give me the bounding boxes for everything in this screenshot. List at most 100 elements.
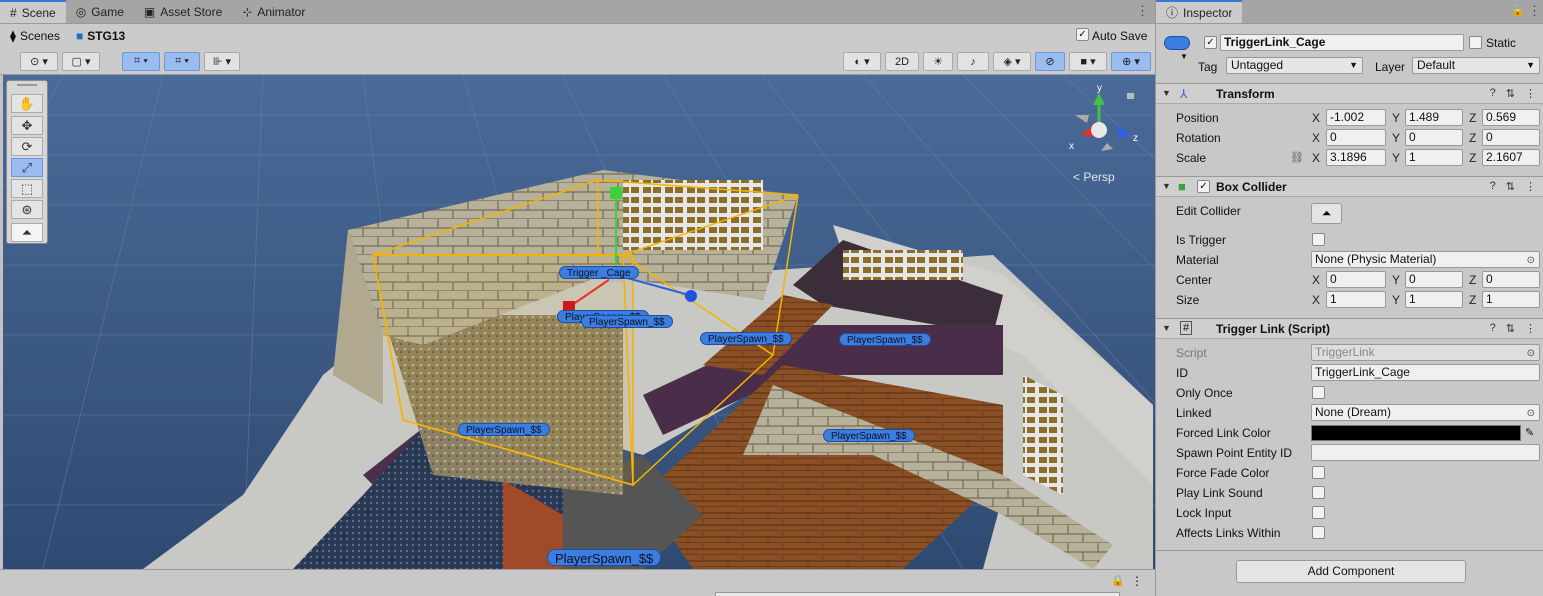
gizmo-x-label: x: [1069, 141, 1074, 152]
position-z-input[interactable]: 0.569: [1482, 109, 1540, 126]
scale-z-input[interactable]: 2.1607: [1482, 149, 1540, 166]
tab-scene[interactable]: # Scene: [0, 0, 66, 23]
lock-icon[interactable]: 🔒: [1111, 574, 1125, 587]
object-icon[interactable]: [1164, 36, 1190, 50]
help-icon[interactable]: ?: [1490, 87, 1496, 100]
box-collider-header[interactable]: ▼ ■ ✓ Box Collider ? ⇅ ⋮: [1156, 176, 1543, 197]
static-checkbox[interactable]: [1469, 36, 1482, 49]
help-icon[interactable]: ?: [1490, 322, 1496, 335]
shading-dropdown[interactable]: ▢ ▾: [62, 52, 100, 71]
transform-tool-icon[interactable]: ⊛: [11, 200, 43, 219]
transform-header[interactable]: ▼ ⅄ Transform ? ⇅ ⋮: [1156, 83, 1543, 104]
position-y-input[interactable]: 1.489: [1405, 109, 1463, 126]
only-once-checkbox[interactable]: [1312, 386, 1325, 399]
object-name-input[interactable]: TriggerLink_Cage: [1220, 34, 1464, 51]
rotation-y-input[interactable]: 0: [1405, 129, 1463, 146]
color-swatch[interactable]: [1311, 425, 1521, 441]
cube-icon: ■: [1178, 179, 1186, 194]
tab-inspector[interactable]: ⓘ Inspector: [1156, 0, 1243, 23]
increment-snap-toggle[interactable]: ⌗ ▾: [164, 52, 200, 71]
chevron-down-icon[interactable]: ▼: [1180, 52, 1188, 61]
camera-dropdown[interactable]: ■ ▾: [1069, 52, 1107, 71]
link-icon[interactable]: ⛓: [1290, 151, 1304, 164]
tag-label: Tag: [1198, 60, 1218, 74]
fold-icon[interactable]: ▼: [1162, 181, 1171, 191]
fold-icon[interactable]: ▼: [1162, 323, 1171, 333]
lock-icon[interactable]: 🔒: [1511, 6, 1525, 17]
scale-tool-icon[interactable]: ⤢: [11, 158, 43, 177]
position-x-input[interactable]: -1.002: [1326, 109, 1386, 126]
more-icon[interactable]: ⋮: [1528, 4, 1541, 17]
tab-animator[interactable]: ⊹ Animator: [232, 1, 315, 23]
center-x-input[interactable]: 0: [1326, 271, 1386, 288]
linked-field[interactable]: None (Dream) ⊙: [1311, 404, 1540, 421]
more-icon[interactable]: ⋮: [1525, 322, 1536, 335]
center-y-input[interactable]: 0: [1405, 271, 1463, 288]
active-checkbox[interactable]: ✓: [1204, 36, 1217, 49]
label-player-spawn: PlayerSpawn_$$: [700, 332, 792, 345]
lock-input-checkbox[interactable]: [1312, 506, 1325, 519]
rotate-tool-icon[interactable]: ⟳: [11, 137, 43, 156]
more-icon[interactable]: ⋮: [1525, 87, 1536, 100]
trigger-link-header[interactable]: ▼ # Trigger Link (Script) ? ⇅ ⋮: [1156, 318, 1543, 339]
toggle-2d-button[interactable]: 2D: [885, 52, 919, 71]
help-icon[interactable]: ?: [1490, 180, 1496, 193]
ruler-icon[interactable]: ⊪ ▾: [204, 52, 240, 71]
layer-dropdown[interactable]: Default ▼: [1412, 57, 1540, 74]
rotation-x-input[interactable]: 0: [1326, 129, 1386, 146]
size-y-input[interactable]: 1: [1405, 291, 1463, 308]
auto-save-checkbox[interactable]: ✓: [1076, 28, 1089, 41]
is-trigger-checkbox[interactable]: [1312, 233, 1325, 246]
scale-x-input[interactable]: 3.1896: [1326, 149, 1386, 166]
gamepad-icon: ◎: [75, 5, 87, 19]
size-x-input[interactable]: 1: [1326, 291, 1386, 308]
is-trigger-row: Is Trigger: [1156, 230, 1543, 250]
material-field[interactable]: None (Physic Material) ⊙: [1311, 251, 1540, 268]
move-tool-icon[interactable]: ✥: [11, 116, 43, 135]
size-z-input[interactable]: 1: [1482, 291, 1540, 308]
label-player-spawn: PlayerSpawn_$$: [823, 429, 915, 442]
persp-label[interactable]: < Persp: [1073, 170, 1115, 184]
box-collider-enabled-checkbox[interactable]: ✓: [1197, 180, 1210, 193]
search-field[interactable]: [715, 592, 1120, 596]
tab-game[interactable]: ◎ Game: [66, 1, 134, 23]
edit-collider-tool-icon[interactable]: ⏶: [11, 223, 43, 242]
fold-icon[interactable]: ▼: [1162, 88, 1171, 98]
breadcrumb-scenes[interactable]: Scenes: [20, 29, 60, 43]
hidden-objects-icon[interactable]: ⊘: [1035, 52, 1065, 71]
play-link-sound-checkbox[interactable]: [1312, 486, 1325, 499]
hand-tool-icon[interactable]: ✋: [11, 94, 43, 113]
breadcrumb-current[interactable]: STG13: [87, 29, 125, 43]
gizmos-dropdown[interactable]: ⊕ ▾: [1111, 52, 1151, 71]
edit-collider-button[interactable]: ⏶: [1311, 203, 1342, 224]
rect-tool-icon[interactable]: ⬚: [11, 179, 43, 198]
tag-dropdown[interactable]: Untagged ▼: [1226, 57, 1363, 74]
force-fade-checkbox[interactable]: [1312, 466, 1325, 479]
scale-y-input[interactable]: 1: [1405, 149, 1463, 166]
object-picker-icon[interactable]: ⊙: [1527, 253, 1535, 267]
spawn-point-input[interactable]: [1311, 444, 1540, 461]
tab-asset-store[interactable]: ▣ Asset Store: [134, 1, 232, 23]
draw-mode-dropdown[interactable]: ⊙ ▾: [20, 52, 58, 71]
force-fade-row: Force Fade Color: [1156, 463, 1543, 483]
audio-icon[interactable]: ♪: [957, 52, 989, 71]
eyedropper-icon[interactable]: ✎: [1525, 426, 1534, 439]
id-input[interactable]: TriggerLink_Cage: [1311, 364, 1540, 381]
grid-snap-toggle[interactable]: ⌗ ▾: [122, 52, 160, 71]
add-component-button[interactable]: Add Component: [1236, 560, 1466, 583]
object-picker-icon[interactable]: ⊙: [1527, 406, 1535, 420]
lighting-icon[interactable]: ☀: [923, 52, 953, 71]
preset-icon[interactable]: ⇅: [1506, 322, 1515, 335]
more-icon[interactable]: ⋮: [1136, 4, 1149, 17]
more-icon[interactable]: ⋮: [1131, 574, 1143, 588]
more-icon[interactable]: ⋮: [1525, 180, 1536, 193]
scene-viewport[interactable]: y x z < Persp Trigger _Cage PlayerSpawn_…: [3, 75, 1155, 569]
effects-dropdown[interactable]: ◈ ▾: [993, 52, 1031, 71]
shading-mode-dropdown[interactable]: ◐ ▾: [843, 52, 881, 71]
affects-links-checkbox[interactable]: [1312, 526, 1325, 539]
center-z-input[interactable]: 0: [1482, 271, 1540, 288]
rotation-z-input[interactable]: 0: [1482, 129, 1540, 146]
preset-icon[interactable]: ⇅: [1506, 180, 1515, 193]
palette-grip[interactable]: [17, 84, 37, 86]
preset-icon[interactable]: ⇅: [1506, 87, 1515, 100]
